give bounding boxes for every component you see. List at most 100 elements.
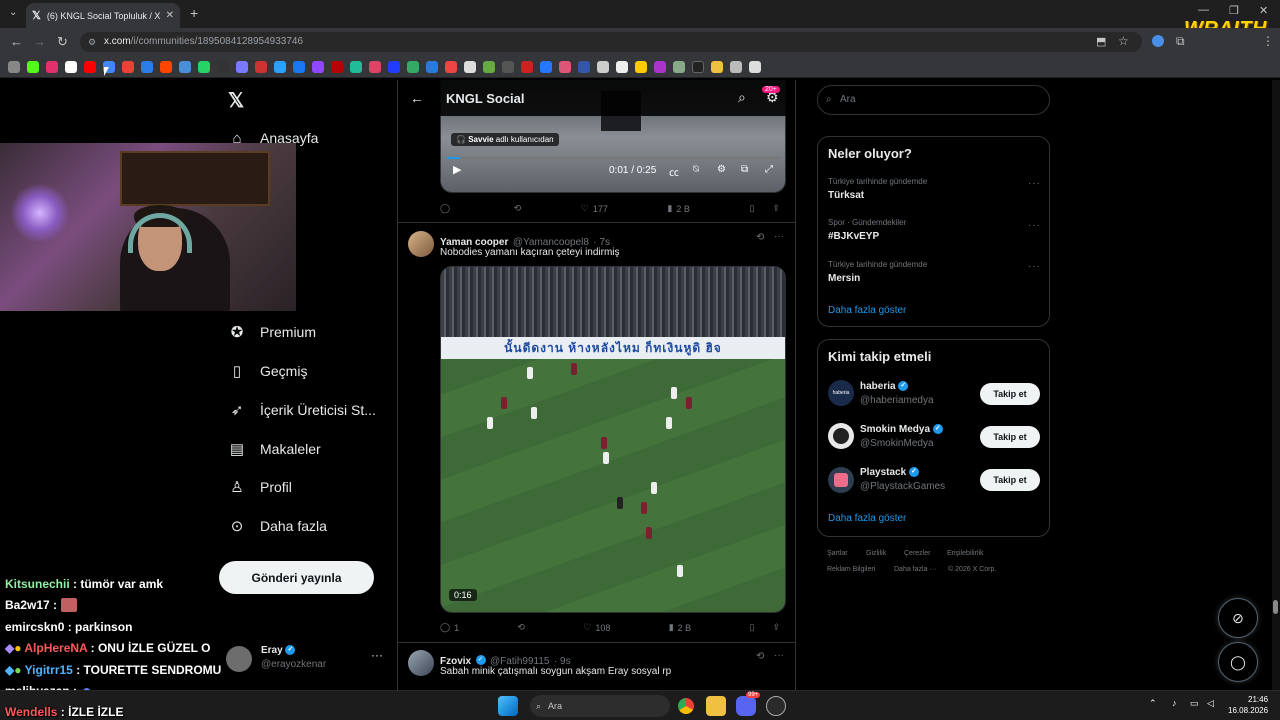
tab-close-icon[interactable]: ✕	[166, 10, 174, 21]
minimize-icon[interactable]: —	[1198, 4, 1209, 16]
bookmark-icon-22[interactable]	[426, 60, 438, 73]
bookmark-icon-24[interactable]	[464, 60, 476, 73]
browser-menu-icon[interactable]: ⋮	[1262, 34, 1274, 48]
trend-name[interactable]: Mersin	[828, 273, 860, 284]
bookmark-icon-21[interactable]	[407, 60, 419, 73]
windows-start-icon[interactable]	[498, 696, 518, 716]
bookmark-icon-23[interactable]	[445, 60, 457, 73]
maximize-icon[interactable]: ❐	[1229, 4, 1239, 17]
follow-handle[interactable]: @SmokinMedya	[860, 438, 934, 449]
footer-accessibility-link[interactable]: Erişilebilirlik	[947, 550, 984, 557]
reply-icon[interactable]: ◯	[440, 203, 454, 214]
follow-handle[interactable]: @haberiamedya	[860, 395, 934, 406]
bookmark-icon-33[interactable]	[635, 60, 647, 73]
follow-button[interactable]: Takip et	[980, 426, 1040, 448]
bookmark-icon-25[interactable]	[483, 60, 495, 73]
like-button[interactable]: ♡ 177	[581, 203, 608, 214]
nav-more[interactable]: ⊙ Daha fazla	[228, 517, 327, 535]
bookmark-icon-12[interactable]	[236, 60, 248, 73]
like-button[interactable]: ♡ 108	[583, 622, 610, 633]
views-button[interactable]: ▮ 2 B	[667, 203, 689, 214]
tray-chevron-icon[interactable]: ⌃	[1149, 698, 1157, 709]
account-more-icon[interactable]: ···	[371, 648, 383, 662]
new-tab-icon[interactable]: +	[190, 5, 198, 21]
bookmark-icon-28[interactable]	[540, 60, 552, 73]
follow-handle[interactable]: @PlaystackGames	[860, 481, 945, 492]
bookmark-icon-17[interactable]	[331, 60, 343, 73]
back-icon[interactable]: ←	[10, 34, 23, 49]
bookmark-icon-32[interactable]	[616, 60, 628, 73]
trends-show-more-link[interactable]: Daha fazla göster	[828, 305, 906, 316]
facebook-bookmark-icon[interactable]	[293, 60, 305, 73]
follow-avatar[interactable]	[828, 423, 854, 449]
back-arrow-icon[interactable]: ←	[410, 90, 424, 106]
translate-bookmark-icon[interactable]	[179, 60, 191, 73]
nav-profile[interactable]: ♙ Profil	[228, 478, 292, 496]
extensions-puzzle-icon[interactable]: ⧉	[1176, 34, 1185, 49]
page-scrollbar[interactable]	[1272, 80, 1280, 690]
grok-icon[interactable]: ⟲	[756, 651, 764, 662]
bookmark-icon-35[interactable]	[673, 60, 685, 73]
taskbar-clock[interactable]: 21:46 16.08.2026	[1228, 694, 1268, 716]
extension-icon[interactable]	[1152, 35, 1164, 47]
bookmark-icon-39[interactable]	[749, 60, 761, 73]
bookmark-icon-34[interactable]	[654, 60, 666, 73]
grok-icon[interactable]: ⟲	[756, 232, 764, 243]
trend-name[interactable]: Türksat	[828, 190, 864, 201]
follow-name[interactable]: Playstack	[860, 467, 906, 478]
messages-fab-icon[interactable]: ◯	[1218, 642, 1258, 682]
reply-button[interactable]: ◯ 1	[440, 622, 459, 633]
bookmark-icon-36[interactable]	[692, 60, 704, 73]
trend-more-icon[interactable]: ···	[1028, 220, 1041, 231]
x-logo-icon[interactable]: 𝕏	[228, 88, 244, 113]
mute-icon[interactable]: ⍉	[693, 164, 699, 175]
tweet-avatar[interactable]	[408, 650, 434, 676]
taskbar-search[interactable]: ⌕ Ara	[530, 695, 670, 717]
network-icon[interactable]: ▭	[1190, 698, 1199, 709]
close-window-icon[interactable]: ✕	[1259, 4, 1268, 17]
browser-tab[interactable]: 𝕏 (6) KNGL Social Topluluk / X ✕	[26, 3, 180, 28]
share-icon[interactable]: ⇪	[772, 203, 780, 214]
whatsapp-bookmark-icon[interactable]	[198, 60, 210, 73]
fullscreen-icon[interactable]: ⤢	[765, 164, 773, 175]
footer-terms-link[interactable]: Şartlar	[827, 550, 848, 557]
bookmark-icon-30[interactable]	[578, 60, 590, 73]
tweet-video[interactable]: นั้นดีดงาน ห้างหลังไหม ก็ทเงินหูดิ ฮิจ 0…	[440, 266, 786, 613]
chrome-taskbar-icon[interactable]	[676, 696, 696, 716]
footer-cookies-link[interactable]: Çerezler	[904, 550, 930, 557]
bookmark-icon-19[interactable]	[369, 60, 381, 73]
follow-show-more-link[interactable]: Daha fazla göster	[828, 513, 906, 524]
tweet-more-icon[interactable]: ···	[774, 650, 784, 661]
volume-icon[interactable]: ◁	[1207, 698, 1214, 709]
pip-icon[interactable]: ⧉	[741, 164, 748, 175]
install-app-icon[interactable]: ⬒	[1096, 35, 1106, 48]
file-explorer-taskbar-icon[interactable]	[706, 696, 726, 716]
bookmark-icon-18[interactable]	[350, 60, 362, 73]
search-icon[interactable]: ⌕	[738, 89, 746, 106]
video-settings-icon[interactable]: ⚙	[717, 164, 726, 175]
trend-name[interactable]: #BJKvEYP	[828, 231, 879, 242]
post-button[interactable]: Gönderi yayınla	[219, 561, 374, 594]
gmail-bookmark-icon[interactable]	[122, 60, 134, 73]
footer-ads-info-link[interactable]: Reklam Bilgileri	[827, 566, 875, 573]
bookmark-icon-38[interactable]	[730, 60, 742, 73]
x-bookmark-icon[interactable]	[65, 60, 77, 73]
video-progress-track[interactable]	[447, 157, 781, 159]
bookmark-icon-29[interactable]	[559, 60, 571, 73]
bookmark-icon-20[interactable]	[388, 60, 400, 73]
app-taskbar-icon[interactable]	[766, 696, 786, 716]
trend-more-icon[interactable]: ···	[1028, 261, 1041, 272]
share-icon[interactable]: ⇪	[772, 622, 780, 633]
apps-grid-icon[interactable]	[8, 60, 20, 73]
forward-icon[interactable]: →	[33, 34, 46, 49]
tab-search-icon[interactable]: ⌄	[9, 7, 17, 18]
reload-icon[interactable]: ↻	[57, 34, 68, 50]
captions-icon[interactable]: ㏄	[669, 164, 679, 179]
instagram-bookmark-icon[interactable]	[46, 60, 58, 73]
discord-taskbar-icon[interactable]	[736, 696, 756, 716]
nav-creator-studio[interactable]: ➶ İçerik Üreticisi St...	[228, 401, 376, 419]
bookmark-icon-14[interactable]	[274, 60, 286, 73]
views-button[interactable]: ▮ 2 B	[669, 622, 691, 633]
kick-bookmark-icon[interactable]	[27, 60, 39, 73]
retweet-icon[interactable]: ⟲	[517, 622, 525, 633]
